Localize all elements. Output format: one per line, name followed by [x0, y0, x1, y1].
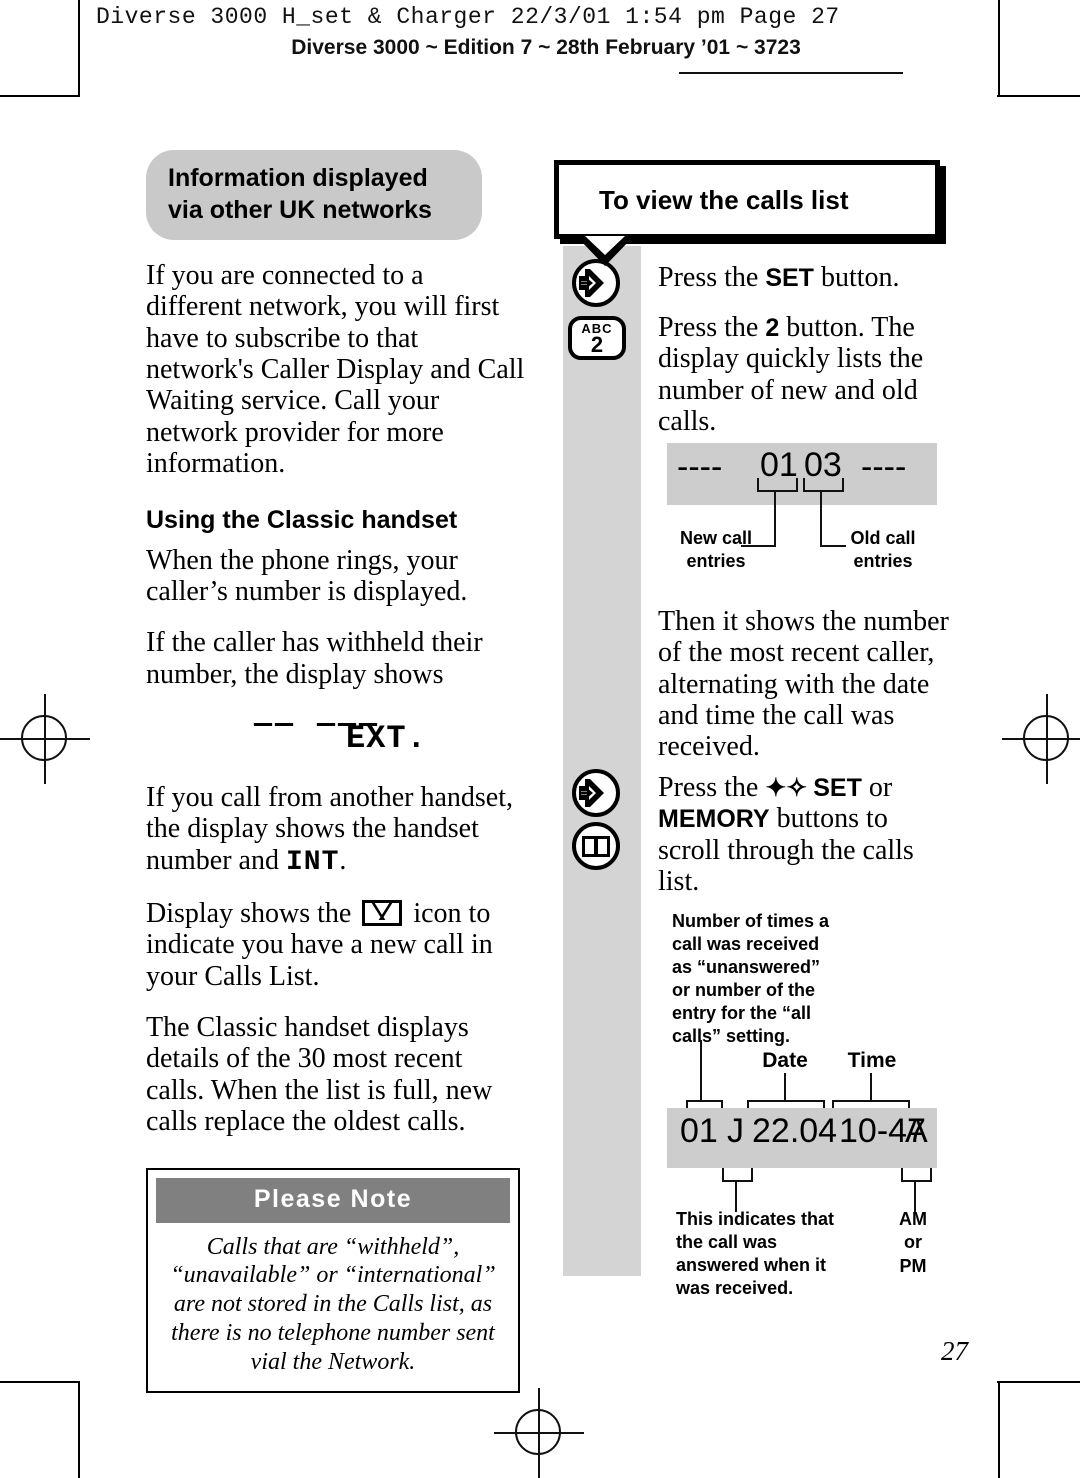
header-edition-line: Diverse 3000 ~ Edition 7 ~ 28th February… [291, 36, 801, 59]
left-column: Information displayed via other UK netwo… [146, 150, 526, 1393]
crop-rule-right-bottom [998, 1382, 1000, 1478]
set-button[interactable] [572, 259, 620, 307]
crop-rule-right [998, 0, 1000, 96]
lcd2-label-time: Time [847, 1049, 897, 1072]
left-paragraph-2: When the phone rings, your caller’s numb… [146, 544, 468, 607]
lcd2-label-date: Date [762, 1049, 808, 1072]
registration-mark-left [0, 694, 90, 784]
left-paragraph-5-a: Display shows the [146, 898, 359, 930]
set-arrow-icon [579, 779, 604, 807]
right-step-3: Then it shows the number of the most rec… [658, 606, 949, 763]
crop-rule-bot-right-h [997, 1381, 1080, 1383]
page-canvas: Diverse 3000 H_set & Charger 22/3/01 1:5… [0, 0, 1080, 1478]
open-book-icon [582, 836, 610, 857]
lcd1-label-new: New call entries [679, 528, 753, 572]
bubble-tail-inner [585, 236, 625, 255]
please-note-body: Calls that are “withheld”, “unavailable”… [170, 1233, 496, 1375]
left-subheading: Using the Classic handset [146, 505, 458, 534]
lcd1-new-bracket [757, 478, 798, 492]
crop-rule-bot-left-h [0, 1381, 80, 1383]
callout-bubble-wrap: To view the calls list [554, 160, 946, 266]
lcd2-count-value: 01 [680, 1112, 718, 1150]
lcd1-label-old: Old call entries [850, 528, 916, 572]
lcd2-ampm-value: A [905, 1112, 928, 1150]
right-step-2-a: Press the [658, 312, 766, 343]
lcd2-date-leader-v [784, 1073, 786, 1100]
lcd1-old-leader-v [820, 490, 822, 547]
lcd2-day-bracket [722, 1168, 753, 1182]
withheld-number-display: —— ——— EXT. [146, 704, 526, 762]
right-step-1-bold: SET [765, 264, 814, 292]
bubble-title: To view the calls list [554, 160, 940, 239]
right-step-4-mid: or [861, 772, 893, 803]
right-step-2: Press the 2 button. The display quickly … [658, 312, 950, 437]
lcd2-label-ampm: AM or PM [880, 1208, 946, 1278]
right-step-2-bold: 2 [765, 314, 780, 342]
left-paragraph-4: If you call from another handset, the di… [146, 782, 526, 878]
left-section-heading: Information displayed via other UK netwo… [146, 150, 482, 240]
lcd2-label-answered: This indicates that the call was answere… [676, 1209, 835, 1299]
lcd1-old-bracket [803, 478, 844, 492]
scroll-arrows-icon: ✦✧ [765, 774, 808, 802]
envelope-icon [362, 900, 403, 927]
header-underline [679, 72, 903, 74]
lcd2-date-value: 22.04 [752, 1112, 838, 1150]
right-step-1-b: button. [813, 262, 900, 293]
lcd1-left-dashes: ---- [677, 448, 723, 486]
lcd2-day-value: J [727, 1112, 744, 1150]
withheld-ext-text: EXT. [346, 719, 427, 757]
lcd2-ampm-text: AM or PM [899, 1209, 927, 1276]
header-imprint-line: Diverse 3000 H_set & Charger 22/3/01 1:5… [96, 4, 840, 30]
please-note-title: Please Note [156, 1177, 510, 1223]
registration-mark-right [1002, 694, 1080, 784]
crop-rule-top-right-h [997, 95, 1080, 97]
left-paragraph-4-b: . [339, 844, 347, 876]
set-arrow-icon [579, 269, 604, 297]
lcd2-ampm-bracket [901, 1168, 932, 1182]
lcd1-new-leader-v [774, 490, 776, 547]
lcd2-label-count: Number of times a call was received as “… [672, 911, 830, 1047]
lcd1-right-dashes: ---- [861, 448, 907, 486]
right-step-4-bold-memory: MEMORY [658, 805, 770, 834]
crop-rule-top-left-h [0, 95, 80, 97]
right-step-4-bold-set: SET [813, 774, 862, 802]
left-paragraph-6: The Classic handset displays details of … [146, 1012, 493, 1138]
key-2-button[interactable]: ABC 2 [568, 316, 626, 360]
please-note-box: Please Note Calls that are “withheld”, “… [146, 1167, 520, 1393]
memory-button[interactable] [572, 822, 620, 870]
right-step-4-a: Press the [658, 772, 766, 803]
int-lcd-text: INT [285, 846, 340, 878]
key-2-digit: 2 [590, 332, 604, 357]
crop-rule-left-bottom [78, 1382, 80, 1478]
right-step-1: Press the SET button. [658, 262, 948, 293]
lcd2-time-leader-v [870, 1073, 872, 1100]
registration-mark-bottom [494, 1388, 584, 1478]
left-paragraph-5: Display shows the icon to indicate you h… [146, 898, 526, 992]
page-number: 27 [941, 1336, 968, 1366]
left-paragraph-3: If the caller has withheld their number,… [146, 627, 483, 690]
left-paragraph-1: If you are connected to a different netw… [146, 260, 525, 480]
crop-rule-left [78, 0, 80, 96]
right-step-1-a: Press the [658, 262, 766, 293]
set-button-2[interactable] [572, 769, 620, 817]
right-step-4: Press the ✦✧ SET or MEMORY buttons to scr… [658, 772, 950, 897]
right-column-grey-strip [563, 246, 641, 1276]
lcd2-count-leader-v [700, 1040, 702, 1100]
